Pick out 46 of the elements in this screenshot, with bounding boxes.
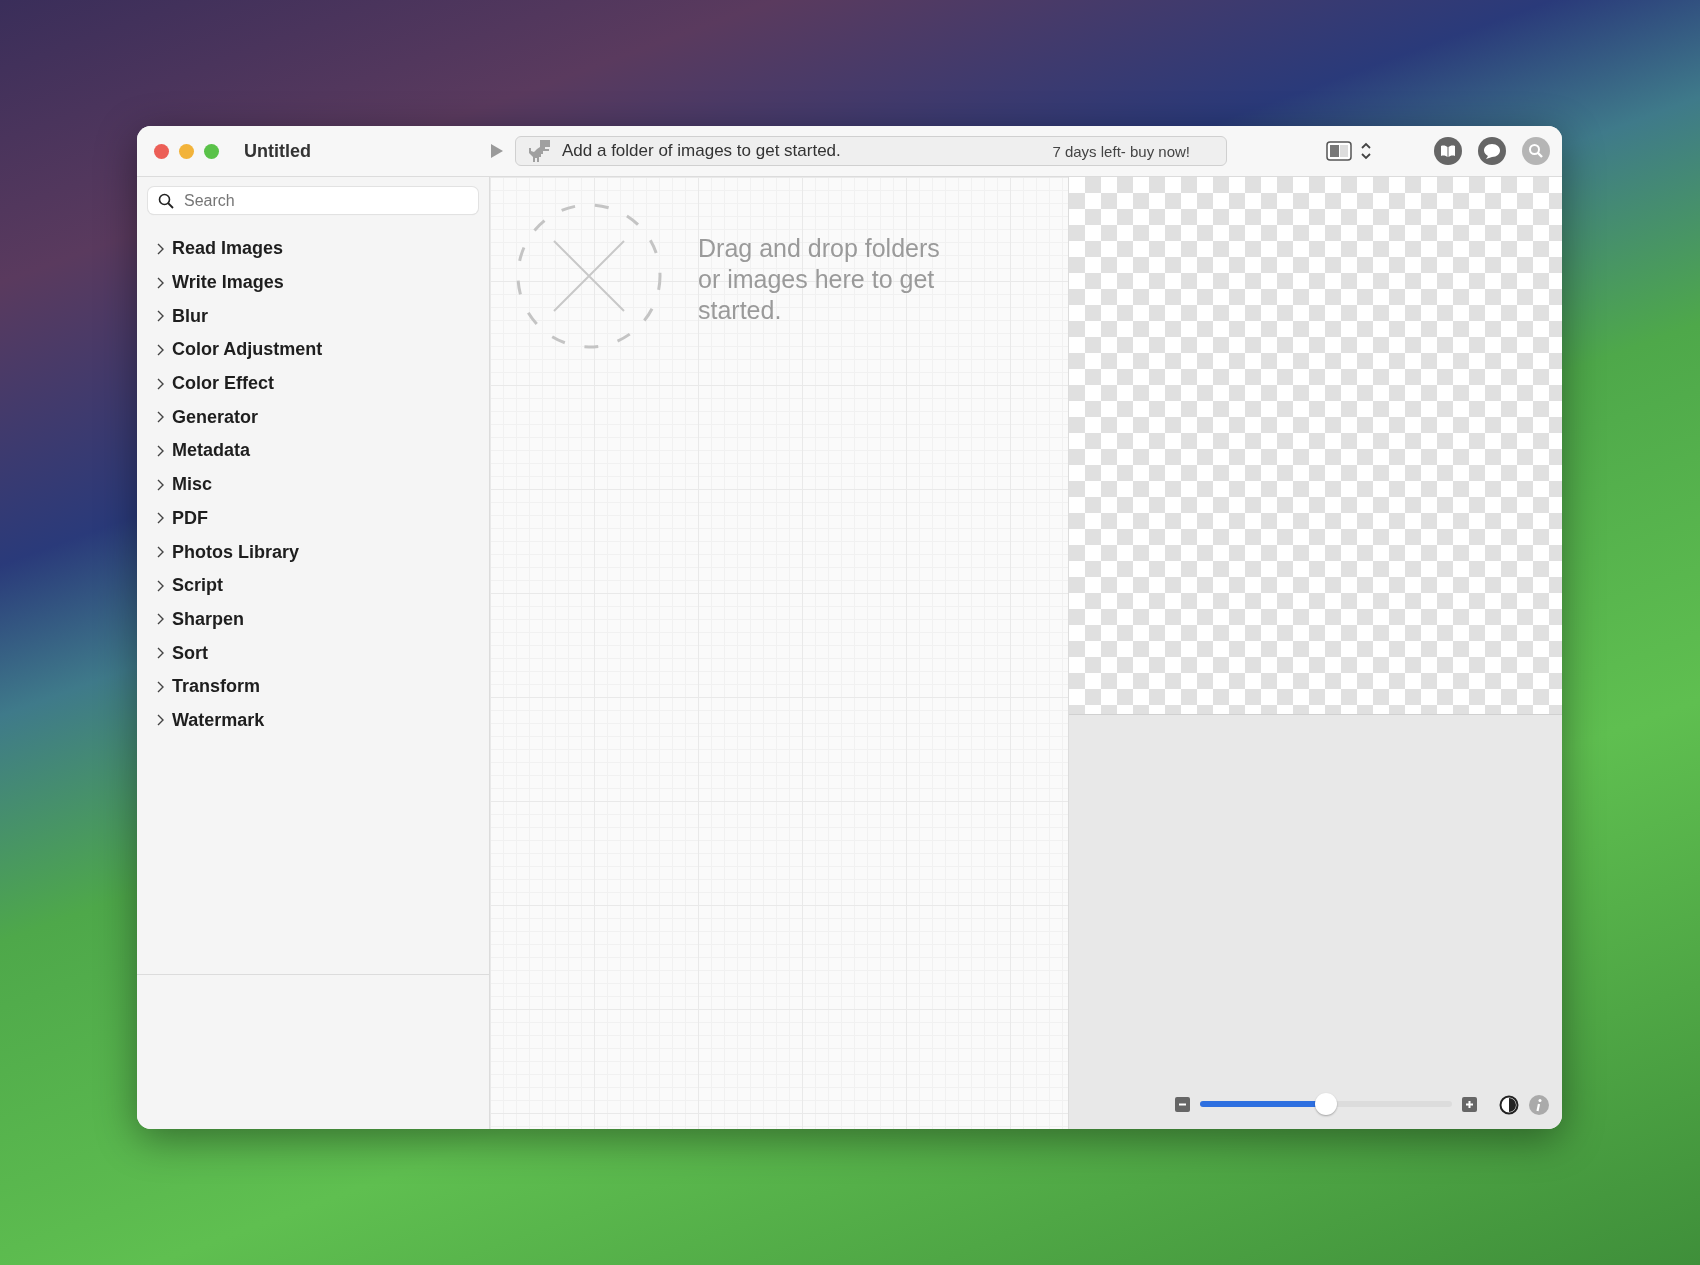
chevron-icon bbox=[156, 411, 164, 424]
sidebar-item[interactable]: Sharpen bbox=[137, 602, 489, 637]
sidebar-item[interactable]: Photos Library bbox=[137, 535, 489, 569]
chevron-icon bbox=[156, 377, 164, 390]
zoom-in-button[interactable] bbox=[1462, 1096, 1477, 1112]
sidebar-item[interactable]: PDF bbox=[137, 501, 489, 536]
sidebar-item[interactable]: Script bbox=[137, 568, 489, 603]
search-field[interactable]: Search bbox=[148, 187, 478, 214]
chevron-icon bbox=[156, 310, 164, 323]
sidebar-item[interactable]: Misc bbox=[137, 467, 489, 502]
chevron-icon bbox=[156, 680, 164, 693]
layout-toggle-icon[interactable] bbox=[1326, 139, 1374, 163]
sidebar-item[interactable]: Metadata bbox=[137, 434, 489, 468]
chevron-icon bbox=[156, 546, 164, 559]
chevron-icon bbox=[156, 276, 164, 289]
sidebar-item[interactable]: Watermark bbox=[137, 703, 489, 738]
sidebar-item[interactable]: Read Images bbox=[137, 232, 489, 266]
drop-hint: Drag and drop folders or images here to get started. bbox=[698, 233, 941, 326]
zoom-out-button[interactable] bbox=[1175, 1096, 1190, 1112]
chevron-icon bbox=[156, 579, 164, 592]
zoom-slider[interactable] bbox=[1200, 1093, 1452, 1115]
chevron-icon bbox=[156, 613, 164, 626]
chevron-icon bbox=[156, 343, 164, 356]
chevron-icon bbox=[156, 242, 164, 255]
window-title: Untitled bbox=[243, 140, 312, 162]
sidebar-item[interactable]: Color Adjustment bbox=[137, 333, 489, 367]
sidebar-item[interactable]: Color Effect bbox=[137, 366, 489, 401]
dinosaur-icon bbox=[526, 139, 552, 163]
chat-icon[interactable] bbox=[1478, 137, 1506, 165]
status-text: Add a folder of images to get started. bbox=[562, 141, 842, 161]
chevron-icon bbox=[156, 444, 164, 457]
chevron-icon bbox=[156, 714, 164, 727]
sidebar-item[interactable]: Generator bbox=[137, 400, 489, 435]
empty-drop-icon bbox=[516, 203, 662, 349]
chevron-icon bbox=[156, 512, 164, 525]
chevron-icon bbox=[156, 647, 164, 660]
sidebar-item[interactable]: Transform bbox=[137, 669, 489, 704]
sidebar-item[interactable]: Write Images bbox=[137, 265, 489, 300]
book-icon[interactable] bbox=[1434, 137, 1462, 165]
close-button[interactable] bbox=[154, 143, 169, 159]
sidebar-item[interactable]: Blur bbox=[137, 299, 489, 334]
contrast-icon[interactable] bbox=[1499, 1095, 1519, 1115]
buy-link[interactable]: 7 days left- buy now! bbox=[1052, 142, 1190, 160]
play-icon[interactable] bbox=[489, 143, 505, 159]
chevron-icon bbox=[156, 478, 164, 491]
sidebar-item[interactable]: Sort bbox=[137, 636, 489, 670]
